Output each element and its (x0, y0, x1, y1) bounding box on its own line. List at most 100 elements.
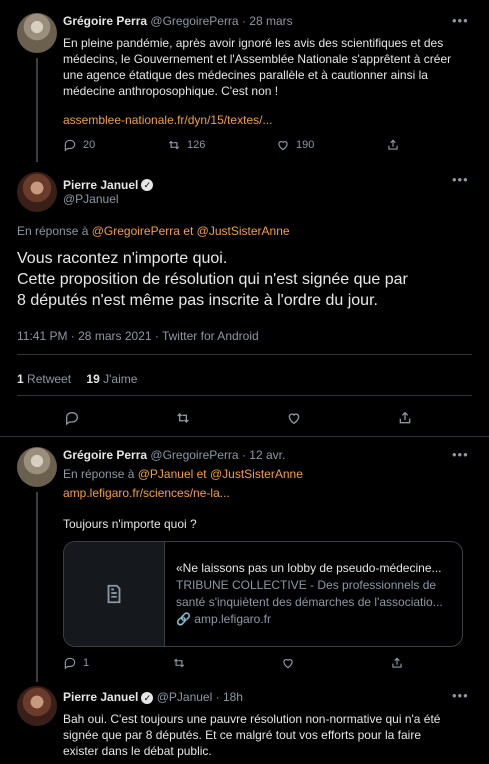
retweet-button[interactable] (175, 410, 191, 426)
tweet3-link[interactable]: amp.lefigaro.fr/sciences/ne-la... (63, 486, 230, 500)
text-line: 8 députés n'est même pas inscrite à l'or… (17, 292, 378, 309)
reply-icon (66, 411, 79, 426)
author-name[interactable]: Pierre Januel (63, 690, 138, 704)
text-line: Cette proposition de résolution qui n'es… (17, 271, 408, 288)
tweet1-link[interactable]: assemblee-nationale.fr/dyn/15/textes/... (63, 113, 272, 127)
card-title: «Ne laissons pas un lobby de pseudo-méde… (176, 561, 442, 575)
card-domain: amp.lefigaro.fr (194, 612, 271, 626)
share-icon (392, 657, 402, 668)
tweet1-header: Grégoire Perra @GregoirePerra · 28 mars (63, 14, 293, 28)
card-thumbnail (64, 542, 165, 646)
tweet3-header: Grégoire Perra @GregoirePerra · 12 avr. (63, 448, 285, 462)
text-line: exister dans le débat public. (63, 744, 212, 758)
retweet-num: 1 (17, 372, 24, 386)
author-name[interactable]: Pierre Januel (63, 178, 138, 192)
author-handle[interactable]: @PJanuel (157, 690, 213, 704)
more-options-icon[interactable]: ••• (452, 13, 469, 28)
retweet-button[interactable] (172, 656, 186, 670)
card-description: santé s'inquiètent des démarches de l'as… (176, 595, 443, 609)
reply-icon (64, 139, 76, 152)
retweet-icon (177, 413, 189, 423)
reply-user-link[interactable]: @JustSisterAnne (210, 467, 303, 481)
avatar-pierre-januel[interactable] (17, 686, 57, 726)
reply-user-link[interactable]: @GregoirePerra (92, 224, 180, 238)
text-line: Vous racontez n'importe quoi. (17, 250, 228, 267)
text-line: Bah oui. C'est toujours une pauvre résol… (63, 712, 441, 726)
tweet4-header: Pierre Januel ✓ @PJanuel · 18h (63, 690, 243, 704)
like-button[interactable]: 190 (276, 138, 314, 152)
author-handle[interactable]: @GregoirePerra (150, 448, 238, 462)
reply-and: et (196, 467, 207, 481)
tweet-time[interactable]: · 28 mars (242, 14, 293, 28)
text-line: une agence étatique des médecines parall… (63, 68, 428, 82)
reply-prefix: En réponse à (17, 224, 89, 238)
author-handle[interactable]: @GregoirePerra (150, 14, 238, 28)
text-line: médecins, le Gouvernement et l'Assemblée… (63, 52, 452, 66)
share-icon (388, 139, 398, 150)
main-reply-to: En réponse à @GregoirePerra et @JustSist… (17, 224, 290, 238)
author-name[interactable]: Grégoire Perra (63, 14, 147, 28)
main-tweet-text: Vous racontez n'importe quoi. Cette prop… (17, 248, 482, 311)
reply-count: 20 (83, 139, 96, 151)
reply-and: et (183, 224, 194, 238)
author-name[interactable]: Grégoire Perra (63, 448, 147, 462)
like-stat[interactable]: 19 J'aime (86, 372, 137, 386)
reply-button[interactable]: 1 (63, 656, 89, 670)
engagement-stats: 1 Retweet 19 J'aime (17, 372, 137, 386)
reply-button[interactable] (64, 410, 80, 426)
more-options-icon[interactable]: ••• (452, 688, 469, 703)
text-line: En pleine pandémie, après avoir ignoré l… (63, 36, 444, 50)
thread-line (36, 492, 38, 682)
card-description: TRIBUNE COLLECTIVE - Des professionnels … (176, 578, 437, 592)
reply-prefix: En réponse à (63, 467, 135, 481)
text-line: médecine anthroposophique. C'est non ! (63, 84, 279, 98)
reply-button[interactable]: 20 (63, 138, 95, 152)
tweet-time[interactable]: · 12 avr. (242, 448, 285, 462)
text-line: signée que par 8 députés. Et ce malgré t… (63, 728, 421, 742)
verified-icon: ✓ (141, 178, 154, 191)
share-button[interactable] (386, 138, 400, 152)
more-options-icon[interactable]: ••• (452, 447, 469, 462)
card-domain-row: 🔗 amp.lefigaro.fr (176, 611, 456, 628)
retweet-button[interactable]: 126 (167, 138, 205, 152)
avatar-gregoire-perra[interactable] (17, 13, 57, 53)
tweet3-reply-to: En réponse à @PJanuel et @JustSisterAnne (63, 467, 303, 481)
like-count: 190 (296, 139, 315, 151)
tweet-meta[interactable]: 11:41 PM · 28 mars 2021 · Twitter for An… (17, 329, 259, 343)
tweet3-text: Toujours n'importe quoi ? (63, 517, 197, 531)
tweet1-text: En pleine pandémie, après avoir ignoré l… (63, 35, 473, 99)
card-content: «Ne laissons pas un lobby de pseudo-méde… (176, 560, 456, 628)
retweet-stat[interactable]: 1 Retweet (17, 372, 74, 386)
share-button[interactable] (390, 656, 404, 670)
tweet-time[interactable]: · 18h (216, 690, 243, 704)
heart-icon (283, 659, 293, 669)
share-icon (399, 411, 411, 424)
heart-icon (288, 413, 300, 425)
author-handle[interactable]: @PJanuel (63, 192, 119, 206)
like-num: 19 (86, 372, 100, 386)
share-button[interactable] (397, 410, 413, 426)
verified-icon: ✓ (141, 691, 154, 704)
retweet-icon (168, 140, 180, 150)
divider (17, 395, 472, 396)
link-preview-card[interactable]: «Ne laissons pas un lobby de pseudo-méde… (63, 541, 463, 647)
more-options-icon[interactable]: ••• (452, 172, 469, 187)
reply-user-link[interactable]: @JustSisterAnne (197, 224, 290, 238)
reply-count: 1 (83, 657, 90, 669)
retweet-icon (173, 658, 185, 668)
like-label: J'aime (103, 372, 138, 386)
avatar-pierre-januel[interactable] (17, 172, 57, 212)
like-button[interactable] (281, 656, 295, 670)
divider (0, 436, 489, 437)
tweet4-text: Bah oui. C'est toujours une pauvre résol… (63, 711, 473, 759)
like-button[interactable] (286, 410, 302, 426)
reply-icon (64, 657, 76, 670)
retweet-count: 126 (187, 139, 206, 151)
heart-icon (278, 141, 288, 151)
document-icon (107, 584, 121, 604)
reply-user-link[interactable]: @PJanuel (138, 467, 194, 481)
retweet-label: Retweet (27, 372, 72, 386)
avatar-gregoire-perra[interactable] (17, 447, 57, 487)
thread-line (36, 58, 38, 162)
divider (17, 354, 472, 355)
